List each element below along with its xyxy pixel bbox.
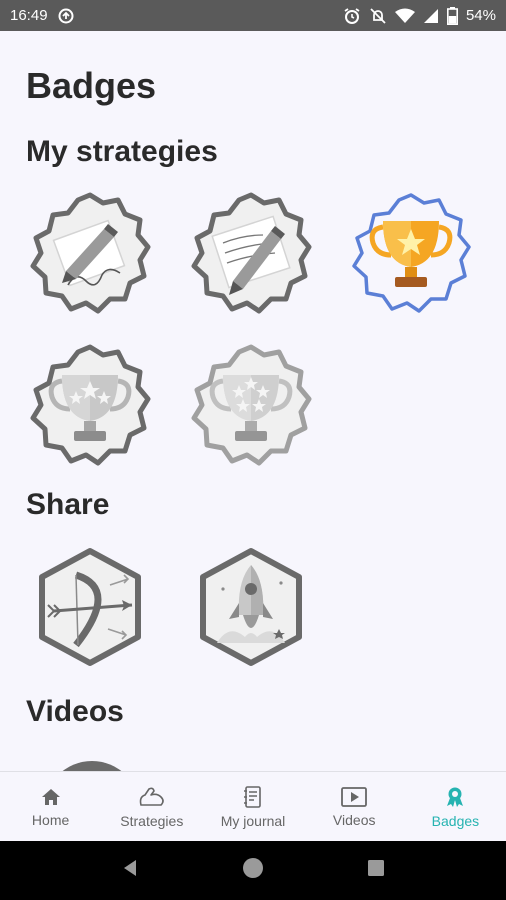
badge-trophy-earned[interactable] [349, 191, 473, 315]
badge-pencil-sketch[interactable] [28, 191, 152, 315]
notifications-off-icon [369, 7, 387, 25]
section-title-share: Share [26, 488, 110, 521]
trophy-three-stars-icon [30, 344, 151, 466]
nav-videos-label: Videos [332, 811, 376, 828]
battery-icon [446, 6, 458, 25]
system-nav-bar [0, 841, 506, 900]
alarm-icon [343, 7, 361, 25]
badge-trophy-three-stars[interactable] [28, 343, 152, 467]
nav-badges-label: Badges [431, 812, 480, 829]
section-title-strategies: My strategies [26, 135, 218, 168]
status-time: 16:49 [10, 7, 48, 24]
video-icon [341, 786, 368, 807]
pencil-write-icon [191, 192, 312, 314]
section-title-videos: Videos [26, 695, 124, 728]
page-title: Badges [26, 65, 157, 106]
rocket-icon [200, 548, 302, 666]
pencil-sketch-icon [30, 192, 151, 314]
badges-content[interactable]: Badges My strategies Share Videos [0, 31, 506, 771]
badge-pencil-write[interactable] [189, 191, 313, 315]
wifi-icon [394, 8, 415, 24]
nav-videos[interactable]: Videos [304, 772, 405, 841]
nav-strategies[interactable]: Strategies [101, 772, 202, 841]
badge-bow-arrow[interactable] [28, 545, 152, 669]
nav-home[interactable]: Home [0, 772, 101, 841]
bow-arrow-icon [39, 548, 141, 666]
home-button-icon[interactable] [241, 856, 265, 885]
journal-icon [244, 785, 261, 808]
home-icon [41, 788, 60, 805]
back-icon[interactable] [120, 858, 140, 883]
trophy-one-star-icon [352, 193, 471, 313]
sync-icon [58, 8, 74, 24]
badge-rocket[interactable] [189, 545, 313, 669]
badge-icon [447, 787, 464, 807]
nav-strategies-label: Strategies [120, 812, 184, 829]
badge-trophy-five-stars[interactable] [189, 343, 313, 467]
nav-home-label: Home [31, 811, 70, 828]
recents-icon[interactable] [366, 858, 386, 883]
nav-badges[interactable]: Badges [405, 772, 506, 841]
video-badge-partial[interactable] [44, 761, 140, 771]
status-bar: 16:49 54% [0, 0, 506, 31]
bottom-nav: Home Strategies My journal Videos Badges [0, 771, 506, 841]
trophy-five-stars-icon [191, 344, 312, 466]
strategies-icon [139, 787, 164, 806]
signal-icon [423, 8, 439, 24]
nav-journal-label: My journal [220, 812, 286, 829]
battery-percent: 54% [465, 7, 496, 24]
nav-journal[interactable]: My journal [202, 772, 303, 841]
